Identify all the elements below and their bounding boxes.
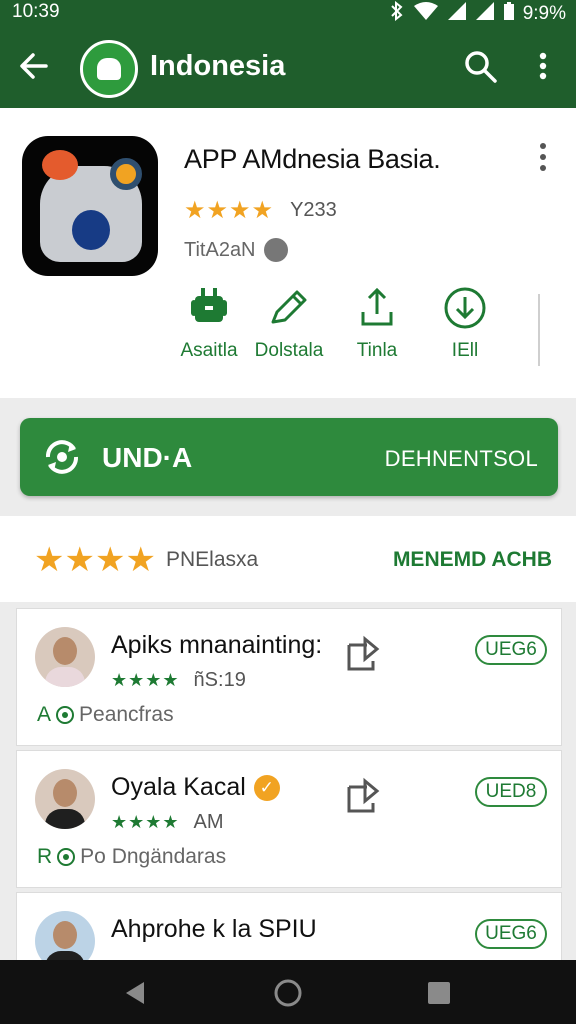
signal-icon-2 <box>475 1 495 27</box>
action-upload-label: Tinla <box>356 340 398 361</box>
developer-row: TitA2aN <box>184 238 288 262</box>
android-logo-icon <box>80 40 138 98</box>
app-details-card: APP AMdnesia Basia. ★★★★ Y233 TitA2aN As… <box>0 108 576 398</box>
review-card[interactable]: Oyala Kacal ✓ ★★★★ AM R Po Dngändaras UED… <box>16 750 562 888</box>
rating-stars: ★★★★ <box>184 197 275 224</box>
share-icon[interactable] <box>343 777 383 817</box>
reviews-header: ★★★★ PNElasxa MENEMD ACHB <box>0 516 576 602</box>
action-share-label: Asaitla <box>180 340 238 361</box>
action-edit-label: Dolstala <box>254 340 324 361</box>
square-recents-icon[interactable] <box>424 978 454 1008</box>
app-icon[interactable] <box>22 136 158 276</box>
avatar <box>35 769 95 829</box>
triangle-back-icon[interactable] <box>120 978 150 1008</box>
review-meta: ★★★★ ñS:19 <box>111 669 246 692</box>
update-button-secondary: DEHNENTSOL <box>384 446 538 471</box>
review-tag[interactable]: UEG6 <box>475 919 547 949</box>
avatar <box>35 627 95 687</box>
review-tag[interactable]: UEG6 <box>475 635 547 665</box>
sync-icon <box>46 440 78 474</box>
action-edit[interactable]: Dolstala <box>244 286 334 362</box>
status-time: 10:39 <box>12 1 60 22</box>
status-bar: 10:39 9:9% <box>0 0 576 26</box>
download-icon <box>444 287 486 329</box>
pencil-icon <box>271 290 307 324</box>
search-icon[interactable] <box>462 48 498 84</box>
app-bar-title: Indonesia <box>150 50 286 82</box>
wifi-icon <box>413 1 439 27</box>
share-icon[interactable] <box>343 635 383 675</box>
developer-name: TitA2aN <box>184 238 256 261</box>
review-footer-text: Po Dngändaras <box>80 845 227 868</box>
action-download-label: IEll <box>451 340 479 361</box>
review-footer-text: Peancfras <box>79 703 174 726</box>
battery-percent: 9:9% <box>522 3 566 24</box>
app-more-icon[interactable] <box>532 140 554 174</box>
review-footer-mark: R <box>37 845 53 868</box>
review-time: ñS:19 <box>193 669 246 691</box>
app-name: APP AMdnesia Basia. <box>184 144 441 174</box>
reviews-more-link[interactable]: MENEMD ACHB <box>393 548 552 572</box>
review-footer: R Po Dngändaras <box>37 845 226 869</box>
verified-badge-icon: ✓ <box>253 775 280 801</box>
divider <box>538 294 540 366</box>
app-actions: Asaitla Dolstala Tinla IEll <box>170 286 530 366</box>
action-upload[interactable]: Tinla <box>332 286 422 362</box>
more-vert-icon[interactable] <box>530 48 556 84</box>
circle-home-icon[interactable] <box>273 978 303 1008</box>
review-tag[interactable]: UED8 <box>475 777 547 807</box>
battery-icon <box>503 1 515 27</box>
update-button[interactable]: UND·A DEHNENTSOL <box>20 418 558 496</box>
app-bar: Indonesia <box>0 26 576 108</box>
arrow-back-icon[interactable] <box>18 46 54 86</box>
review-card[interactable]: Apiks mnanainting: ★★★★ ñS:19 A Peancfra… <box>16 608 562 746</box>
review-title: Oyala Kacal ✓ <box>111 773 280 802</box>
refresh-icon <box>56 706 75 724</box>
update-button-label: UND·A <box>102 442 193 473</box>
status-icons: 9:9% <box>389 0 566 27</box>
review-meta: ★★★★ AM <box>111 811 224 834</box>
action-share[interactable]: Asaitla <box>164 286 254 362</box>
system-nav-bar <box>0 960 576 1024</box>
signal-icon <box>447 1 467 27</box>
bluetooth-icon <box>389 0 405 27</box>
review-title: Apiks mnanainting: <box>111 631 323 659</box>
review-footer-mark: A <box>37 703 52 726</box>
globe-icon <box>263 238 288 262</box>
reviews-stars: ★★★★ <box>34 541 156 579</box>
refresh-icon <box>57 848 76 866</box>
reviews-label: PNElasxa <box>166 548 259 571</box>
rating-count: Y233 <box>290 199 337 221</box>
review-time: AM <box>193 811 224 833</box>
review-stars: ★★★★ <box>111 670 180 690</box>
review-stars: ★★★★ <box>111 812 180 832</box>
review-footer: A Peancfras <box>37 703 174 727</box>
review-title: Ahprohe k la SPIU <box>111 915 317 943</box>
upload-icon <box>361 287 393 326</box>
action-download[interactable]: IEll <box>420 286 510 362</box>
app-rating: ★★★★ Y233 <box>184 196 337 225</box>
android-share-icon <box>191 288 227 322</box>
